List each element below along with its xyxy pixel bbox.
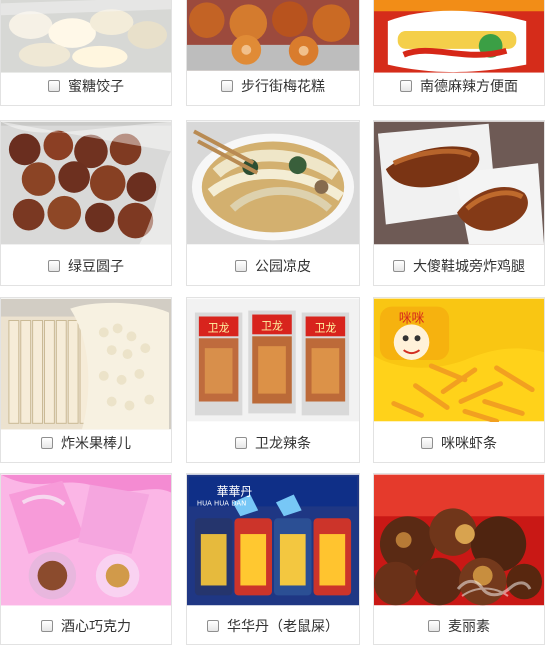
product-label: 酒心巧克力 — [61, 619, 131, 635]
product-card[interactable]: 麦丽素 — [373, 473, 545, 645]
checkbox-icon[interactable] — [41, 437, 53, 449]
product-caption: 公园凉皮 — [187, 247, 359, 285]
product-caption: 大傻鞋城旁炸鸡腿 — [374, 247, 544, 285]
product-card[interactable]: 南德麻辣方便面 — [373, 0, 545, 106]
checkbox-icon[interactable] — [221, 80, 233, 92]
product-card[interactable]: 酒心巧克力 — [0, 473, 172, 645]
product-label: 麦丽素 — [448, 619, 490, 635]
watermark-icon — [456, 579, 532, 597]
product-caption: 步行街梅花糕 — [187, 67, 359, 105]
product-caption: 华华丹（老鼠屎） — [187, 608, 359, 644]
checkbox-icon[interactable] — [421, 437, 433, 449]
snack-gallery-grid: 蜜糖饺子 步行街梅花糕 南德麻辣方便面 绿豆圆子 公园凉皮 大傻鞋城旁炸鸡腿 炸… — [0, 0, 545, 645]
package-label: 華華丹 — [217, 485, 253, 499]
fried-rice-stick-image-icon — [1, 298, 171, 430]
product-caption: 麦丽素 — [374, 608, 544, 644]
checkbox-icon[interactable] — [235, 260, 247, 272]
package-label: 咪咪 — [399, 311, 425, 326]
product-label: 绿豆圆子 — [68, 259, 124, 275]
product-caption: 南德麻辣方便面 — [374, 67, 544, 105]
mung-bean-ball-image-icon — [1, 121, 171, 245]
liqueur-chocolate-image-icon — [1, 474, 171, 606]
spicy-strip-package-image-icon: 卫龙 卫龙 卫龙 — [187, 298, 359, 422]
product-label: 炸米果棒儿 — [61, 436, 131, 452]
product-card[interactable]: 咪咪 咪咪虾条 — [373, 297, 545, 463]
checkbox-icon[interactable] — [48, 260, 60, 272]
spicy-instant-noodles-image-icon — [374, 0, 544, 73]
product-label: 蜜糖饺子 — [68, 79, 124, 95]
product-label: 南德麻辣方便面 — [420, 79, 518, 95]
checkbox-icon[interactable] — [207, 620, 219, 632]
package-label: 卫龙 — [261, 319, 283, 332]
product-label: 咪咪虾条 — [441, 436, 497, 452]
fried-chicken-leg-image-icon — [374, 121, 544, 245]
checkbox-icon[interactable] — [428, 620, 440, 632]
product-card[interactable]: 绿豆圆子 — [0, 120, 172, 286]
package-label: HUA HUA DAN — [197, 499, 246, 507]
product-caption: 炸米果棒儿 — [1, 424, 171, 462]
checkbox-icon[interactable] — [400, 80, 412, 92]
product-card[interactable]: 步行街梅花糕 — [186, 0, 360, 106]
product-label: 公园凉皮 — [255, 259, 311, 275]
product-card[interactable]: 華華丹 HUA HUA DAN 华华丹（老鼠屎） — [186, 473, 360, 645]
checkbox-icon[interactable] — [235, 437, 247, 449]
product-card[interactable]: 炸米果棒儿 — [0, 297, 172, 463]
package-label: 卫龙 — [208, 321, 230, 334]
product-caption: 绿豆圆子 — [1, 247, 171, 285]
product-caption: 酒心巧克力 — [1, 608, 171, 644]
product-label: 卫龙辣条 — [255, 436, 311, 452]
product-caption: 咪咪虾条 — [374, 424, 544, 462]
product-caption: 卫龙辣条 — [187, 424, 359, 462]
plum-blossom-cake-image-icon — [187, 0, 359, 71]
product-label: 华华丹（老鼠屎） — [227, 619, 339, 635]
candy-package-image-icon: 華華丹 HUA HUA DAN — [187, 474, 359, 606]
product-card[interactable]: 大傻鞋城旁炸鸡腿 — [373, 120, 545, 286]
product-card[interactable]: 公园凉皮 — [186, 120, 360, 286]
product-card[interactable]: 卫龙 卫龙 卫龙 卫龙辣条 — [186, 297, 360, 463]
product-label: 步行街梅花糕 — [241, 79, 325, 95]
checkbox-icon[interactable] — [48, 80, 60, 92]
package-label: 卫龙 — [315, 321, 337, 334]
cold-noodles-image-icon — [187, 121, 359, 245]
product-label: 大傻鞋城旁炸鸡腿 — [413, 259, 525, 275]
product-caption: 蜜糖饺子 — [1, 67, 171, 105]
checkbox-icon[interactable] — [41, 620, 53, 632]
product-card[interactable]: 蜜糖饺子 — [0, 0, 172, 106]
checkbox-icon[interactable] — [393, 260, 405, 272]
shrimp-stick-image-icon: 咪咪 — [374, 298, 544, 422]
dumpling-image-icon — [1, 0, 171, 73]
